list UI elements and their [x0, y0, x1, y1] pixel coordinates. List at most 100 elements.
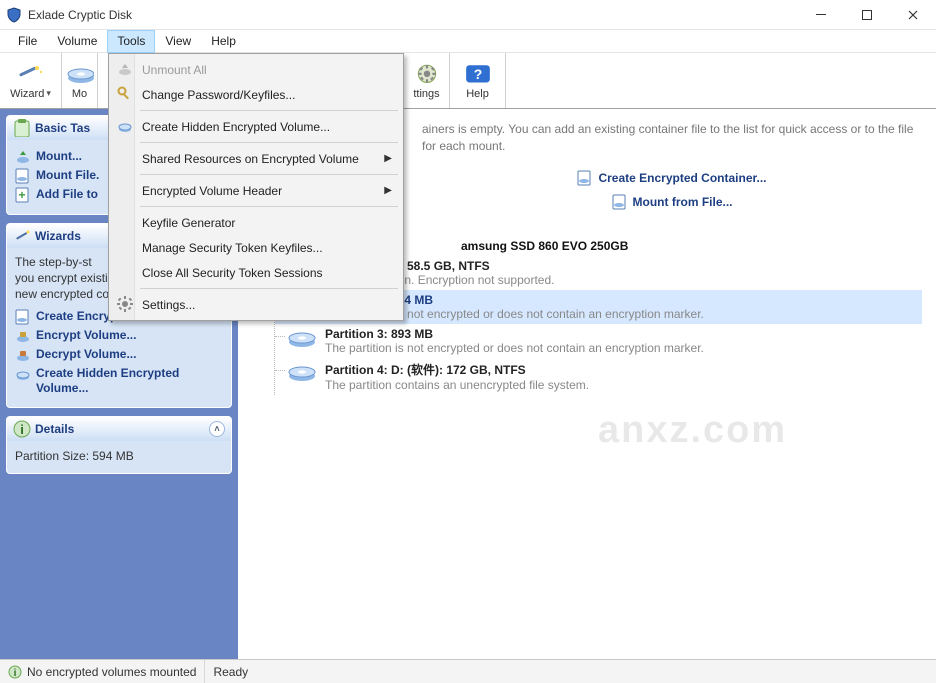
toolbar-mount-label: Mo: [72, 88, 87, 100]
menu-item[interactable]: Create Hidden Encrypted Volume...: [112, 114, 400, 139]
status-mounted-label: No encrypted volumes mounted: [27, 665, 196, 679]
menu-item-label: Shared Resources on Encrypted Volume: [142, 152, 359, 166]
encrypt-icon: [15, 328, 31, 344]
menu-item[interactable]: Encrypted Volume Header ▶: [112, 178, 400, 203]
menu-item[interactable]: Shared Resources on Encrypted Volume ▶: [112, 146, 400, 171]
dropdown-arrow-icon: ▾: [46, 88, 51, 99]
link-create-container[interactable]: Create Encrypted Container...: [577, 170, 766, 186]
container-icon: [15, 309, 31, 325]
status-bar: i No encrypted volumes mounted Ready: [0, 659, 936, 683]
add-page-icon: [15, 187, 31, 203]
panel-details-header[interactable]: Details ˄: [7, 417, 231, 441]
menu-item-label: Manage Security Token Keyfiles...: [142, 241, 323, 255]
collapse-icon[interactable]: ˄: [209, 421, 225, 437]
menu-item-label: Keyfile Generator: [142, 216, 235, 230]
unmount-all-icon: [117, 61, 133, 77]
help-icon: [464, 62, 492, 86]
toolbar-wizard-label: Wizard: [10, 88, 44, 100]
app-icon: [6, 7, 22, 23]
partition-subtitle: The partition is not encrypted or does n…: [325, 341, 922, 355]
toolbar-help[interactable]: Help: [450, 53, 506, 108]
partition-title: Partition 1: C: 58.5 GB, NTFS: [325, 259, 922, 273]
hidden-vol-icon: [15, 366, 31, 382]
container-icon: [577, 170, 593, 186]
minimize-button[interactable]: [798, 0, 844, 30]
toolbar-wizard[interactable]: Wizard▾: [0, 53, 62, 108]
status-ready: Ready: [205, 660, 256, 683]
menu-item[interactable]: Settings...: [112, 292, 400, 317]
tools-menu: Unmount All Change Password/Keyfiles... Cr…: [108, 53, 404, 321]
close-button[interactable]: [890, 0, 936, 30]
menu-separator: [140, 142, 398, 143]
menu-item: Unmount All: [112, 57, 400, 82]
menu-item-label: Unmount All: [142, 63, 207, 77]
panel-details-title: Details: [35, 422, 74, 436]
menu-item-label: Encrypted Volume Header: [142, 184, 282, 198]
status-mounted: i No encrypted volumes mounted: [0, 660, 205, 683]
hidden-vol-icon: [117, 118, 133, 134]
partition-row[interactable]: Partition 4: D: (软件): 172 GB, NTFSThe pa…: [275, 358, 922, 395]
menu-tools[interactable]: Tools: [107, 30, 155, 53]
gear-icon: [117, 296, 133, 312]
partition-subtitle: The partition contains an unencrypted fi…: [325, 378, 922, 392]
panel-details: Details ˄ Partition Size: 594 MB: [6, 416, 232, 474]
task-decrypt-volume[interactable]: Decrypt Volume...: [15, 347, 223, 363]
partition-subtitle: The partition is not encrypted or does n…: [325, 307, 922, 321]
task-encrypt-volume[interactable]: Encrypt Volume...: [15, 328, 223, 344]
settings-icon: [413, 62, 441, 86]
menu-item[interactable]: Close All Security Token Sessions: [112, 260, 400, 285]
window-controls: [798, 0, 936, 30]
menu-bar: File Volume Tools View Help: [0, 30, 936, 53]
decrypt-icon: [15, 347, 31, 363]
partition-icon: [287, 362, 317, 382]
wizard-icon: [17, 62, 45, 86]
partition-title: Partition 3: 893 MB: [325, 327, 922, 341]
menu-file[interactable]: File: [8, 30, 47, 53]
menu-item-label: Change Password/Keyfiles...: [142, 88, 295, 102]
menu-volume[interactable]: Volume: [47, 30, 107, 53]
panel-basic-title: Basic Tas: [35, 121, 90, 135]
svg-text:i: i: [14, 668, 17, 679]
task-create-hidden[interactable]: Create Hidden Encrypted Volume...: [15, 366, 223, 396]
mount-icon: [15, 149, 31, 165]
app-title: Exlade Cryptic Disk: [28, 8, 132, 22]
partition-title: Partition 2: 594 MB: [325, 293, 922, 307]
task-decrypt-volume-label: Decrypt Volume...: [36, 347, 223, 362]
key-icon: [117, 86, 133, 102]
wand-icon: [13, 227, 31, 245]
partition-title: Partition 4: D: (软件): 172 GB, NTFS: [325, 361, 922, 378]
menu-item[interactable]: Change Password/Keyfiles...: [112, 82, 400, 107]
toolbar-settings-trunc[interactable]: ttings: [404, 53, 450, 108]
toolbar-help-label: Help: [466, 88, 489, 100]
toolbar-settings-label: ttings: [413, 88, 439, 100]
link-mount-file-label: Mount from File...: [633, 195, 733, 209]
menu-item-label: Settings...: [142, 298, 195, 312]
panel-wizards-title: Wizards: [35, 229, 81, 243]
menu-item-label: Close All Security Token Sessions: [142, 266, 323, 280]
toolbar-mount-trunc[interactable]: Mo: [62, 53, 98, 108]
title-bar: Exlade Cryptic Disk: [0, 0, 936, 30]
menu-item-label: Create Hidden Encrypted Volume...: [142, 120, 330, 134]
status-ready-label: Ready: [213, 665, 248, 679]
task-create-hidden-label: Create Hidden Encrypted Volume...: [36, 366, 223, 396]
menu-item[interactable]: Keyfile Generator: [112, 210, 400, 235]
link-mount-file[interactable]: Mount from File...: [612, 194, 733, 210]
submenu-arrow-icon: ▶: [384, 185, 392, 196]
partition-subtitle: System partition. Encryption not support…: [325, 273, 922, 287]
partition-icon: [287, 328, 317, 348]
status-icon: i: [8, 665, 22, 679]
menu-item[interactable]: Manage Security Token Keyfiles...: [112, 235, 400, 260]
maximize-button[interactable]: [844, 0, 890, 30]
menu-help[interactable]: Help: [201, 30, 246, 53]
link-create-container-label: Create Encrypted Container...: [598, 171, 766, 185]
partition-row[interactable]: Partition 3: 893 MBThe partition is not …: [275, 324, 922, 358]
menu-separator: [140, 288, 398, 289]
menu-view[interactable]: View: [155, 30, 201, 53]
clipboard-icon: [13, 119, 31, 137]
submenu-arrow-icon: ▶: [384, 153, 392, 164]
mount-icon: [66, 62, 94, 86]
watermark: anxz.com: [598, 409, 787, 452]
menu-separator: [140, 110, 398, 111]
page-icon: [612, 194, 628, 210]
task-encrypt-volume-label: Encrypt Volume...: [36, 328, 223, 343]
